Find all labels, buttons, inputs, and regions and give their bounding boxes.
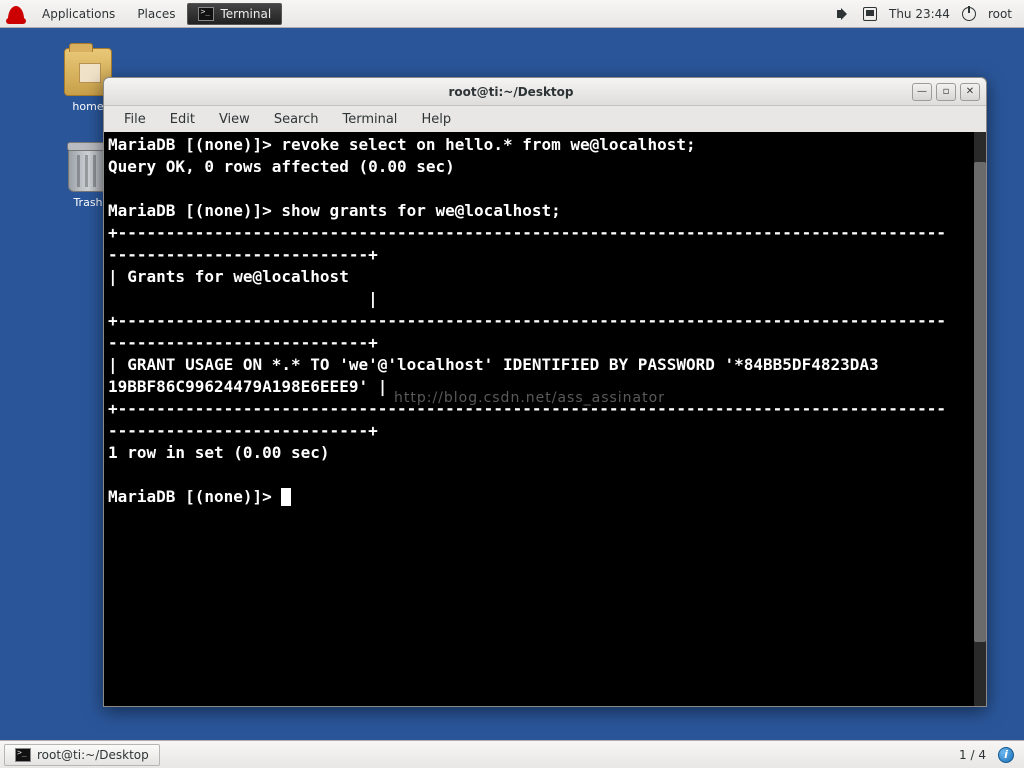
network-icon[interactable] [863,7,877,21]
places-menu[interactable]: Places [127,3,185,25]
sound-icon[interactable] [837,7,851,21]
terminal-icon [198,7,214,21]
running-app-label: Terminal [220,7,271,21]
top-panel: Applications Places Terminal Thu 23:44 r… [0,0,1024,28]
terminal-window: root@ti:~/Desktop — ▫ ✕ File Edit View S… [103,77,987,707]
maximize-button[interactable]: ▫ [936,83,956,101]
minimize-button[interactable]: — [912,83,932,101]
terminal-output[interactable]: MariaDB [(none)]> revoke select on hello… [104,132,986,706]
menubar: File Edit View Search Terminal Help [104,106,986,132]
distro-logo-icon [8,6,24,22]
menu-help[interactable]: Help [411,109,461,130]
applications-menu[interactable]: Applications [32,3,125,25]
window-title: root@ti:~/Desktop [110,85,912,99]
taskbar-item-label: root@ti:~/Desktop [37,748,149,762]
taskbar-item-terminal[interactable]: root@ti:~/Desktop [4,744,160,766]
info-icon[interactable]: i [998,747,1014,763]
running-app-terminal[interactable]: Terminal [187,3,282,25]
watermark-text: http://blog.csdn.net/ass_assinator [394,387,665,409]
close-button[interactable]: ✕ [960,83,980,101]
scrollbar-thumb[interactable] [974,162,986,642]
user-menu[interactable]: root [988,7,1012,21]
clock[interactable]: Thu 23:44 [889,7,950,21]
bottom-panel: root@ti:~/Desktop 1 / 4 i [0,740,1024,768]
titlebar[interactable]: root@ti:~/Desktop — ▫ ✕ [104,78,986,106]
trash-icon [68,148,108,192]
menu-file[interactable]: File [114,109,156,130]
cursor-icon [281,488,291,506]
menu-search[interactable]: Search [264,109,329,130]
menu-view[interactable]: View [209,109,260,130]
menu-terminal[interactable]: Terminal [332,109,407,130]
menu-edit[interactable]: Edit [160,109,205,130]
terminal-icon [15,748,31,762]
shutdown-icon[interactable] [962,7,976,21]
workspace-indicator[interactable]: 1 / 4 [959,748,986,762]
